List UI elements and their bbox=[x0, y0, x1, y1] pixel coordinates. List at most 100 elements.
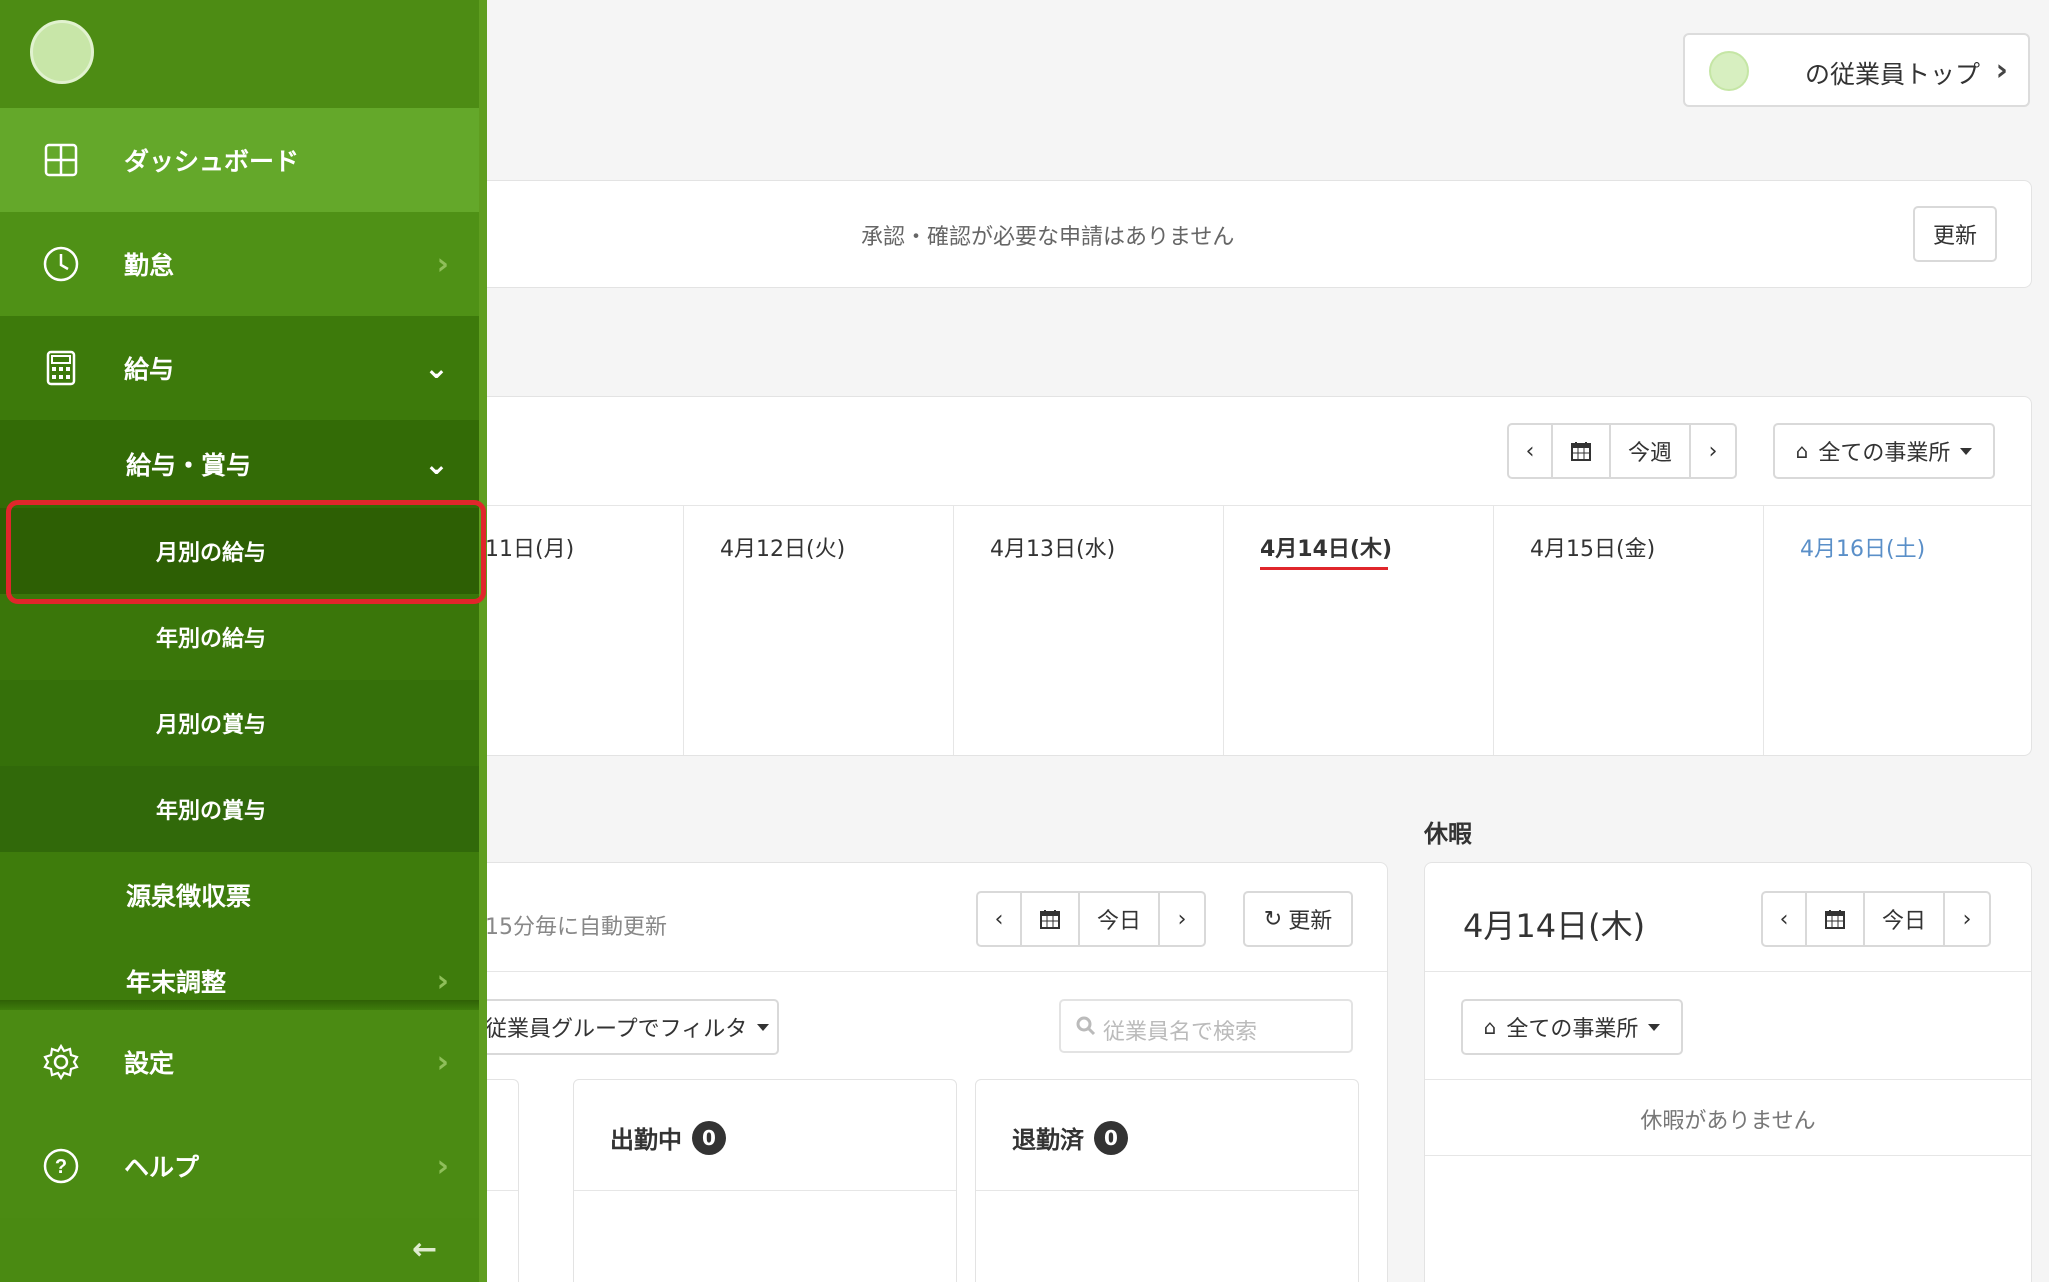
home-icon: ⌂ bbox=[1483, 1015, 1497, 1039]
week-calendar-card: ‹ 今週 › ⌂ 全ての事業所 11日(月) 4月12日(火) 4月13日(水)… bbox=[460, 396, 2032, 756]
day-column[interactable]: 4月15日(金) bbox=[1493, 505, 1763, 755]
notice-refresh-button[interactable]: 更新 bbox=[1913, 206, 1997, 262]
sidebar-label: 源泉徴収票 bbox=[126, 882, 252, 911]
sidebar-label: 年別の賞与 bbox=[156, 799, 267, 824]
chevron-right-icon: › bbox=[436, 1148, 449, 1184]
auto-refresh-text: 15分毎に自動更新 bbox=[485, 915, 667, 940]
sidebar-item-monthly-bonus[interactable]: 月別の賞与 bbox=[0, 680, 479, 766]
prev-week-button[interactable]: ‹ bbox=[1509, 425, 1553, 477]
calendar-icon bbox=[1825, 910, 1845, 929]
next-week-button[interactable]: › bbox=[1691, 425, 1735, 477]
attendance-refresh-label: 更新 bbox=[1288, 909, 1333, 934]
week-office-filter-label: 全ての事業所 bbox=[1818, 441, 1951, 466]
company-avatar[interactable] bbox=[30, 20, 94, 84]
today-button[interactable]: 今日 bbox=[1080, 893, 1160, 945]
sidebar-label: 勤怠 bbox=[124, 251, 175, 280]
left-label: 退勤済 bbox=[1012, 1126, 1084, 1154]
gear-icon bbox=[43, 1043, 79, 1081]
leave-today-button[interactable]: 今日 bbox=[1865, 893, 1945, 945]
working-label: 出勤中 bbox=[610, 1126, 682, 1154]
sidebar-label: 月別の賞与 bbox=[156, 713, 267, 738]
day-column-saturday[interactable]: 4月16日(土) bbox=[1763, 505, 2033, 755]
leave-date: 4月14日(木) bbox=[1463, 907, 1646, 945]
sidebar-item-yearly-salary[interactable]: 年別の給与 bbox=[0, 594, 479, 680]
home-icon: ⌂ bbox=[1795, 439, 1809, 463]
leave-card: 4月14日(木) ‹ 今日 › ⌂ 全ての事業所 休暇がありません bbox=[1424, 862, 2032, 1282]
chevron-right-icon: › bbox=[436, 246, 449, 282]
sidebar: ダッシュボード 勤怠 › 給与 ⌄ 給与・賞与 ⌄ 月別の給与 年別の給与 月別… bbox=[0, 0, 487, 1282]
sidebar-item-kyuyo-shoyo[interactable]: 給与・賞与 ⌄ bbox=[0, 420, 479, 508]
next-day-button[interactable]: › bbox=[1945, 893, 1989, 945]
day-calendar-button[interactable] bbox=[1022, 893, 1080, 945]
leave-empty-text: 休暇がありません bbox=[1640, 1109, 1816, 1134]
day-column-today[interactable]: 4月14日(木) bbox=[1223, 505, 1493, 755]
sidebar-label: ヘルプ bbox=[124, 1153, 200, 1182]
caret-down-icon bbox=[1648, 1023, 1661, 1031]
day-label: 11日(月) bbox=[485, 537, 575, 562]
sidebar-divider-shadow bbox=[0, 1000, 479, 1010]
day-column[interactable]: 11日(月) bbox=[461, 505, 683, 755]
chevron-left-icon: ‹ bbox=[994, 906, 1004, 932]
caret-down-icon bbox=[757, 1023, 770, 1031]
leave-office-filter[interactable]: ⌂ 全ての事業所 bbox=[1461, 999, 1683, 1055]
sidebar-item-dashboard[interactable]: ダッシュボード bbox=[0, 108, 479, 212]
divider bbox=[976, 1190, 1358, 1191]
avatar bbox=[1709, 51, 1749, 91]
sidebar-item-kintai[interactable]: 勤怠 › bbox=[0, 212, 479, 316]
sidebar-item-yearly-bonus[interactable]: 年別の賞与 bbox=[0, 766, 479, 852]
employee-group-filter[interactable]: 従業員グループでフィルタ bbox=[461, 999, 779, 1055]
day-label-saturday: 4月16日(土) bbox=[1800, 537, 1926, 562]
working-title: 出勤中 0 bbox=[610, 1120, 726, 1155]
divider bbox=[1425, 971, 2031, 972]
help-icon: ? bbox=[43, 1148, 79, 1184]
sidebar-item-settings[interactable]: 設定 › bbox=[0, 1010, 479, 1114]
chevron-down-icon: ⌄ bbox=[423, 350, 449, 386]
chevron-right-icon: › bbox=[436, 1044, 449, 1080]
employee-search-input[interactable]: 従業員名で検索 bbox=[1059, 999, 1353, 1053]
divider bbox=[1425, 1155, 2031, 1156]
dashboard-icon bbox=[44, 143, 78, 177]
divider bbox=[574, 1190, 956, 1191]
prev-day-button[interactable]: ‹ bbox=[978, 893, 1022, 945]
chevron-down-icon: ⌄ bbox=[423, 446, 449, 482]
week-office-filter[interactable]: ⌂ 全ての事業所 bbox=[1773, 423, 1995, 479]
day-nav-group: ‹ 今日 › bbox=[976, 891, 1206, 947]
sidebar-item-kyuyo[interactable]: 給与 ⌄ bbox=[0, 316, 479, 420]
leave-office-filter-label: 全ての事業所 bbox=[1506, 1017, 1639, 1042]
chevron-right-icon: › bbox=[436, 963, 449, 999]
this-week-button[interactable]: 今週 bbox=[1611, 425, 1691, 477]
calculator-icon bbox=[46, 350, 76, 386]
day-label: 4月13日(水) bbox=[990, 537, 1116, 562]
sidebar-item-help[interactable]: ? ヘルプ › bbox=[0, 1114, 479, 1218]
week-calendar-button[interactable] bbox=[1553, 425, 1611, 477]
attendance-refresh-button[interactable]: ↻ 更新 bbox=[1243, 891, 1353, 947]
day-label-today: 4月14日(木) bbox=[1260, 537, 1393, 562]
working-status-card: 出勤中 0 bbox=[573, 1079, 957, 1282]
leave-calendar-button[interactable] bbox=[1807, 893, 1865, 945]
clock-icon bbox=[43, 246, 79, 282]
approval-notice-text: 承認・確認が必要な申請はありません bbox=[861, 225, 1235, 250]
sidebar-item-gensen[interactable]: 源泉徴収票 bbox=[0, 852, 479, 938]
attendance-card: 15分毎に自動更新 ‹ 今日 › ↻ 更新 従業員グループでフィルタ 従業員名で… bbox=[441, 862, 1388, 1282]
day-column[interactable]: 4月12日(火) bbox=[683, 505, 953, 755]
prev-day-button[interactable]: ‹ bbox=[1763, 893, 1807, 945]
sidebar-edge bbox=[479, 0, 487, 1282]
search-placeholder: 従業員名で検索 bbox=[1103, 1020, 1258, 1045]
caret-down-icon bbox=[1960, 447, 1973, 455]
leave-section-title: 休暇 bbox=[1424, 820, 1472, 848]
collapse-sidebar-icon[interactable]: ← bbox=[412, 1232, 437, 1267]
employee-top-button[interactable]: の従業員トップ › bbox=[1683, 33, 2030, 107]
next-day-button[interactable]: › bbox=[1160, 893, 1204, 945]
sidebar-label: ダッシュボード bbox=[124, 147, 300, 176]
sidebar-label: 給与・賞与 bbox=[126, 451, 252, 480]
day-column[interactable]: 4月13日(水) bbox=[953, 505, 1223, 755]
week-nav-group: ‹ 今週 › bbox=[1507, 423, 1737, 479]
chevron-right-icon: › bbox=[1962, 906, 1972, 932]
refresh-icon: ↻ bbox=[1263, 906, 1283, 932]
left-title: 退勤済 0 bbox=[1012, 1120, 1128, 1155]
calendar-icon bbox=[1040, 910, 1060, 929]
sidebar-label: 設定 bbox=[124, 1049, 175, 1078]
chevron-right-icon: › bbox=[1995, 53, 2008, 88]
sidebar-label: 年別の給与 bbox=[156, 627, 267, 652]
highlight-box bbox=[6, 500, 486, 604]
